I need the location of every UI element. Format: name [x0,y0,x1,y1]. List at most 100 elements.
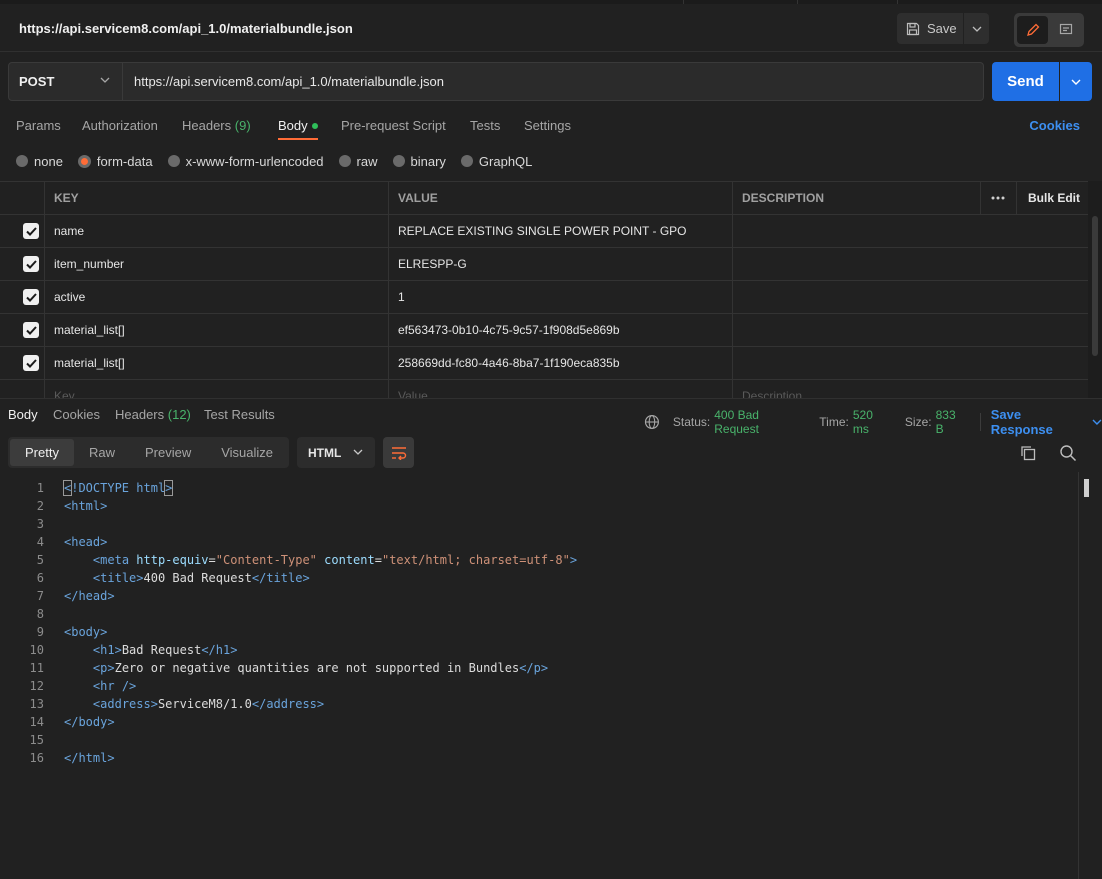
radio-graphql[interactable]: GraphQL [460,153,533,169]
url-input[interactable]: https://api.servicem8.com/api_1.0/materi… [123,62,984,101]
code-line: 4 <head> [0,533,1078,551]
response-tab-cookies[interactable]: Cookies [53,407,100,422]
code-line: 16 </html> [0,749,1078,767]
view-raw-button[interactable]: Raw [74,439,130,466]
method-select[interactable]: POST [8,62,123,101]
chevron-down-icon [1071,79,1081,85]
response-code-editor[interactable]: 1 <!DOCTYPE html> 2 <html> 3 4 <head> 5 <me… [0,479,1078,767]
request-header: https://api.servicem8.com/api_1.0/materi… [0,4,1102,52]
new-description-input[interactable]: Description [732,380,1088,398]
send-button[interactable]: Send [992,62,1059,101]
code-line: 9 <body> [0,623,1078,641]
table-row: item_number ELRESPP-G [0,248,1088,281]
response-tab-test-results[interactable]: Test Results [204,407,275,422]
row-description[interactable] [732,314,1088,346]
row-enabled-checkbox[interactable] [23,322,39,338]
view-pretty-button[interactable]: Pretty [10,439,74,466]
row-key[interactable]: material_list[] [44,314,388,346]
line-number: 4 [36,535,44,549]
radio-raw[interactable]: raw [338,153,378,169]
row-description[interactable] [732,281,1088,313]
bulk-edit-button[interactable]: Bulk Edit [1016,182,1088,214]
row-key[interactable]: item_number [44,248,388,280]
column-header-value: VALUE [388,182,732,214]
code-token: html [71,499,101,513]
tab-pre-request-script[interactable]: Pre-request Script [341,118,446,133]
line-number: 13 [29,697,44,711]
response-tab-headers-label: Headers [115,407,165,422]
new-value-input[interactable]: Value [388,380,732,398]
request-title[interactable]: https://api.servicem8.com/api_1.0/materi… [19,21,353,36]
row-enabled-checkbox[interactable] [23,223,39,239]
row-value[interactable]: ef563473-0b10-4c75-9c57-1f908d5e869b [388,314,732,346]
radio-binary[interactable]: binary [392,154,446,169]
row-enabled-checkbox[interactable] [23,355,39,371]
code-line: 8 [0,605,1078,623]
edit-mode-button[interactable] [1017,16,1048,44]
view-visualize-button[interactable]: Visualize [206,439,288,466]
new-key-input[interactable]: Key [44,380,388,398]
code-scrollbar[interactable] [1078,472,1102,879]
divider [979,413,981,431]
row-description[interactable] [732,215,1088,247]
response-tab-headers[interactable]: Headers (12) [115,407,191,422]
save-options-button[interactable] [964,13,989,44]
row-enabled-checkbox[interactable] [23,289,39,305]
save-label: Save [927,21,957,36]
code-token: http-equiv [136,553,209,567]
check-icon [25,325,37,335]
code-token: body [71,625,101,639]
row-key[interactable]: active [44,281,388,313]
scrollbar-thumb[interactable] [1092,216,1098,356]
tab-authorization[interactable]: Authorization [82,118,158,133]
tab-settings[interactable]: Settings [524,118,571,133]
table-scrollbar[interactable] [1088,181,1102,398]
wrap-lines-button[interactable] [383,437,414,468]
chevron-down-icon [972,26,981,32]
row-value[interactable]: 258669dd-fc80-4a46-8ba7-1f190eca835b [388,347,732,379]
row-value[interactable]: 1 [388,281,732,313]
save-button[interactable]: Save [897,13,963,44]
row-value[interactable]: ELRESPP-G [388,248,732,280]
search-icon[interactable] [1059,444,1077,462]
row-enabled-checkbox[interactable] [23,256,39,272]
row-key[interactable]: material_list[] [44,347,388,379]
comments-mode-button[interactable] [1050,16,1081,44]
response-tab-body[interactable]: Body [8,407,38,422]
code-line: 10 <h1>Bad Request</h1> [0,641,1078,659]
size-label: Size: [904,415,932,429]
body-active-dot [311,123,318,129]
tab-headers[interactable]: Headers (9) [182,118,251,133]
table-row: active 1 [0,281,1088,314]
send-options-button[interactable] [1060,62,1092,101]
radio-label: raw [356,153,378,169]
chevron-down-icon [1092,419,1102,425]
format-select[interactable]: HTML [297,437,375,468]
copy-icon[interactable] [1019,444,1037,462]
globe-icon[interactable] [644,414,660,430]
save-response-button[interactable]: Save Response [991,407,1102,437]
more-options-button[interactable] [980,182,1016,214]
code-token: address [100,697,151,711]
code-line: 11 <p>Zero or negative quantities are no… [0,659,1078,677]
tab-body[interactable]: Body [278,118,318,133]
cookies-link[interactable]: Cookies [1029,118,1080,133]
tab-tests[interactable]: Tests [470,118,500,133]
save-response-label: Save Response [990,407,1053,437]
radio-urlencoded[interactable]: x-www-form-urlencoded [167,154,324,169]
row-description[interactable] [732,248,1088,280]
view-preview-button[interactable]: Preview [130,439,206,466]
chevron-down-icon [353,449,363,455]
scrollbar-thumb[interactable] [1084,479,1089,497]
radio-form-data[interactable]: form-data [77,154,153,169]
tab-headers-label: Headers [182,118,232,133]
tab-params[interactable]: Params [16,118,61,133]
chevron-down-icon [100,77,110,83]
code-token: head [71,535,101,549]
code-token: h1 [100,643,115,657]
radio-none[interactable]: none [16,154,63,169]
row-value[interactable]: REPLACE EXISTING SINGLE POWER POINT - GP… [388,215,732,247]
radio-label: GraphQL [478,153,533,169]
row-key[interactable]: name [44,215,388,247]
row-description[interactable] [732,347,1088,379]
